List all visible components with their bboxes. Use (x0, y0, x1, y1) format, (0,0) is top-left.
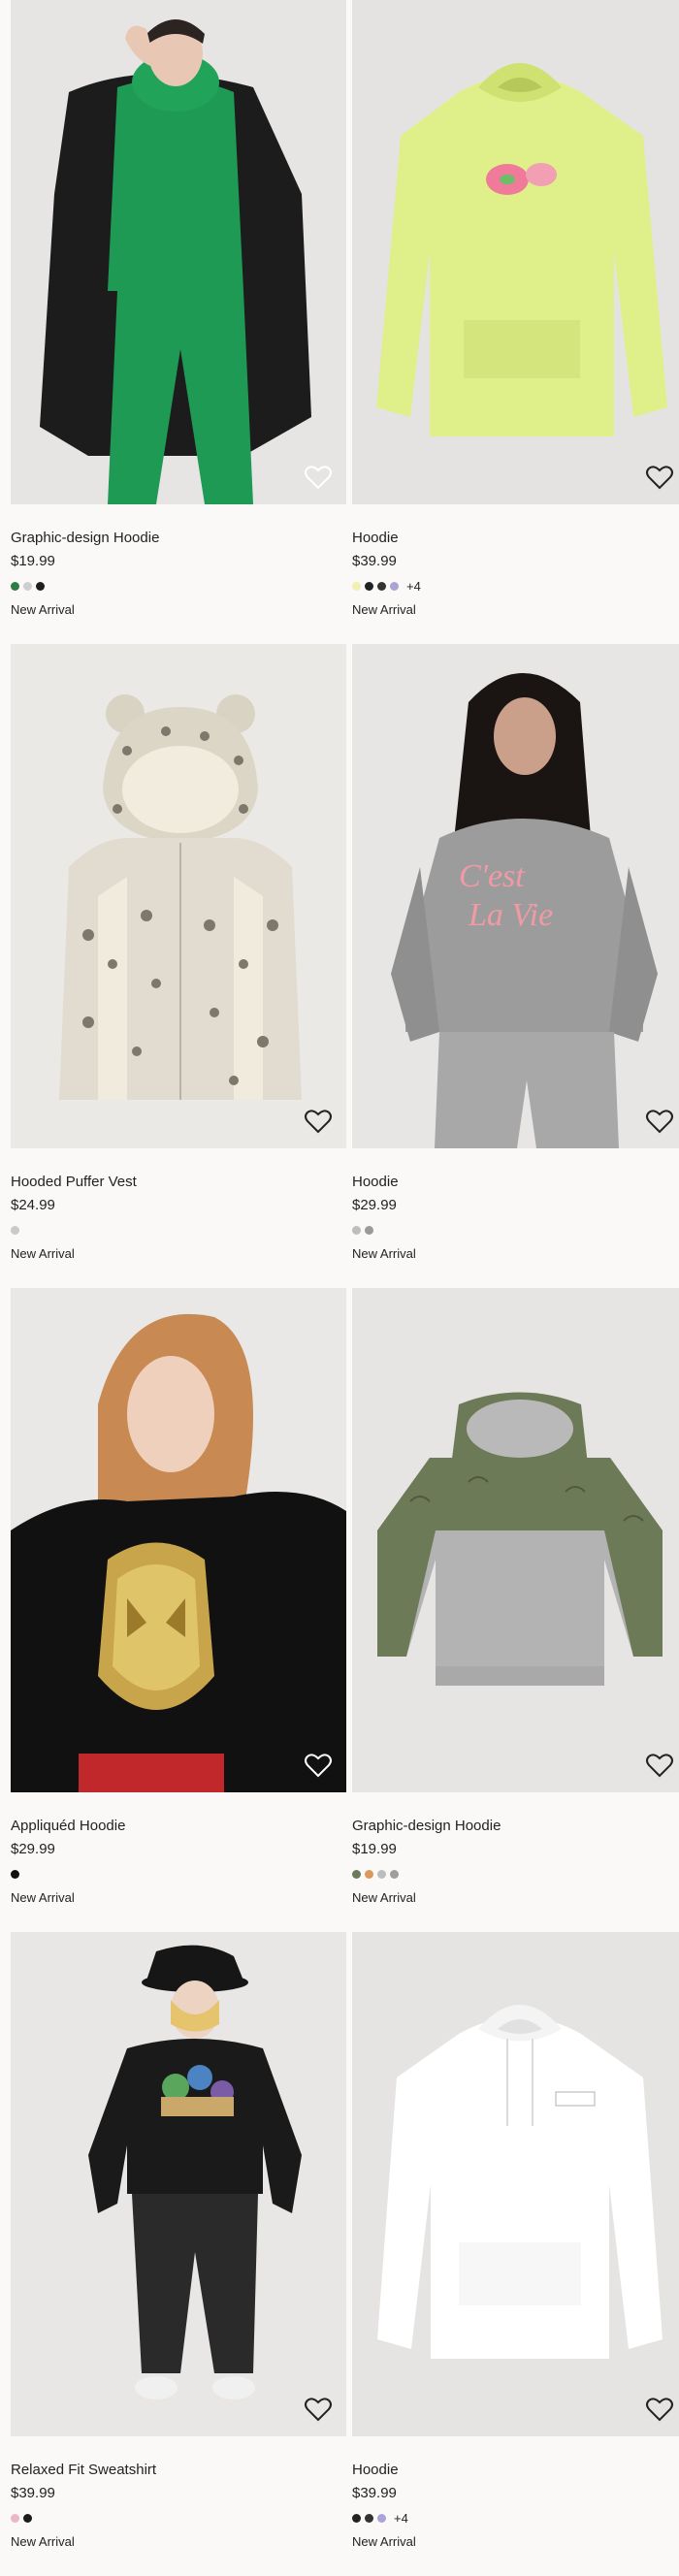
product-card[interactable]: C'est La Vie Hoodie $29.99 New Arrival (352, 644, 679, 1288)
color-swatch[interactable] (365, 1869, 373, 1879)
product-info: Graphic-design Hoodie $19.99 New Arrival (11, 504, 346, 617)
color-swatch[interactable] (365, 1225, 373, 1235)
new-arrival-badge: New Arrival (11, 2534, 75, 2549)
color-swatch[interactable] (390, 581, 399, 591)
color-swatch[interactable] (352, 1869, 361, 1879)
product-grid: Graphic-design Hoodie $19.99 New Arrival (0, 0, 679, 2576)
product-info: Appliquéd Hoodie $29.99 New Arrival (11, 1792, 346, 1905)
color-swatches (11, 580, 346, 592)
product-info: Graphic-design Hoodie $19.99 New Arrival (352, 1792, 679, 1905)
product-price: $19.99 (352, 1841, 397, 1857)
more-colors-count[interactable]: +4 (394, 2511, 408, 2526)
product-price: $39.99 (352, 553, 397, 569)
color-swatch[interactable] (352, 1225, 361, 1235)
product-card[interactable]: Hoodie $39.99 +4 New Arrival (352, 1932, 679, 2576)
product-image[interactable] (11, 1288, 346, 1792)
new-arrival-badge: New Arrival (11, 602, 75, 617)
color-swatches (11, 1868, 346, 1880)
new-arrival-badge: New Arrival (11, 1890, 75, 1905)
new-arrival-badge: New Arrival (352, 1890, 416, 1905)
more-colors-count[interactable]: +4 (406, 579, 421, 594)
product-title[interactable]: Hoodie (352, 530, 679, 547)
favorite-heart-icon[interactable] (645, 1108, 674, 1135)
product-image[interactable] (11, 1932, 346, 2436)
product-info: Hoodie $39.99 +4 New Arrival (352, 2436, 679, 2549)
color-swatch[interactable] (11, 2513, 19, 2523)
product-price: $19.99 (11, 553, 55, 569)
color-swatch[interactable] (390, 1869, 399, 1879)
new-arrival-badge: New Arrival (352, 2534, 416, 2549)
product-price: $39.99 (352, 2485, 397, 2501)
product-image[interactable]: C'est La Vie (352, 644, 679, 1148)
new-arrival-badge: New Arrival (11, 1246, 75, 1261)
color-swatch[interactable] (377, 1869, 386, 1879)
product-card[interactable]: Relaxed Fit Sweatshirt $39.99 New Arriva… (11, 1932, 346, 2576)
product-price: $39.99 (11, 2485, 55, 2501)
product-price: $24.99 (11, 1197, 55, 1213)
product-card[interactable]: Graphic-design Hoodie $19.99 New Arrival (352, 1288, 679, 1932)
product-card[interactable]: Hoodie $39.99 +4 New Arrival (352, 0, 679, 644)
favorite-heart-icon[interactable] (304, 2396, 333, 2423)
svg-text:La Vie: La Vie (468, 897, 553, 933)
product-image[interactable] (11, 644, 346, 1148)
product-card[interactable]: Graphic-design Hoodie $19.99 New Arrival (11, 0, 346, 644)
product-title[interactable]: Appliquéd Hoodie (11, 1818, 346, 1835)
product-title[interactable]: Graphic-design Hoodie (352, 1818, 679, 1835)
color-swatch[interactable] (352, 581, 361, 591)
product-image[interactable] (352, 0, 679, 504)
color-swatch[interactable] (23, 2513, 32, 2523)
color-swatch[interactable] (11, 1225, 19, 1235)
color-swatches: +4 (352, 2511, 679, 2526)
product-card[interactable]: Hooded Puffer Vest $24.99 New Arrival (11, 644, 346, 1288)
svg-text:C'est: C'est (459, 858, 526, 894)
color-swatches (352, 1224, 679, 1236)
favorite-heart-icon[interactable] (645, 464, 674, 491)
product-info: Hoodie $39.99 +4 New Arrival (352, 504, 679, 617)
color-swatch[interactable] (36, 581, 45, 591)
product-image[interactable] (352, 1932, 679, 2436)
color-swatch[interactable] (377, 581, 386, 591)
color-swatch[interactable] (365, 2513, 373, 2523)
color-swatch[interactable] (11, 581, 19, 591)
product-title[interactable]: Hooded Puffer Vest (11, 1174, 346, 1191)
favorite-heart-icon[interactable] (304, 464, 333, 491)
new-arrival-badge: New Arrival (352, 602, 416, 617)
new-arrival-badge: New Arrival (352, 1246, 416, 1261)
color-swatches (11, 2512, 346, 2524)
favorite-heart-icon[interactable] (304, 1752, 333, 1779)
color-swatches: +4 (352, 579, 679, 594)
color-swatch[interactable] (11, 1869, 19, 1879)
color-swatch[interactable] (352, 2513, 361, 2523)
product-card[interactable]: Appliquéd Hoodie $29.99 New Arrival (11, 1288, 346, 1932)
favorite-heart-icon[interactable] (645, 2396, 674, 2423)
product-title[interactable]: Graphic-design Hoodie (11, 530, 346, 547)
product-info: Hoodie $29.99 New Arrival (352, 1148, 679, 1261)
product-info: Hooded Puffer Vest $24.99 New Arrival (11, 1148, 346, 1261)
product-price: $29.99 (352, 1197, 397, 1213)
product-title[interactable]: Hoodie (352, 2462, 679, 2479)
product-info: Relaxed Fit Sweatshirt $39.99 New Arriva… (11, 2436, 346, 2549)
favorite-heart-icon[interactable] (304, 1108, 333, 1135)
product-image[interactable] (11, 0, 346, 504)
color-swatches (11, 1224, 346, 1236)
product-price: $29.99 (11, 1841, 55, 1857)
color-swatches (352, 1868, 679, 1880)
color-swatch[interactable] (365, 581, 373, 591)
product-title[interactable]: Hoodie (352, 1174, 679, 1191)
color-swatch[interactable] (23, 581, 32, 591)
favorite-heart-icon[interactable] (645, 1752, 674, 1779)
product-image[interactable] (352, 1288, 679, 1792)
color-swatch[interactable] (377, 2513, 386, 2523)
product-title[interactable]: Relaxed Fit Sweatshirt (11, 2462, 346, 2479)
